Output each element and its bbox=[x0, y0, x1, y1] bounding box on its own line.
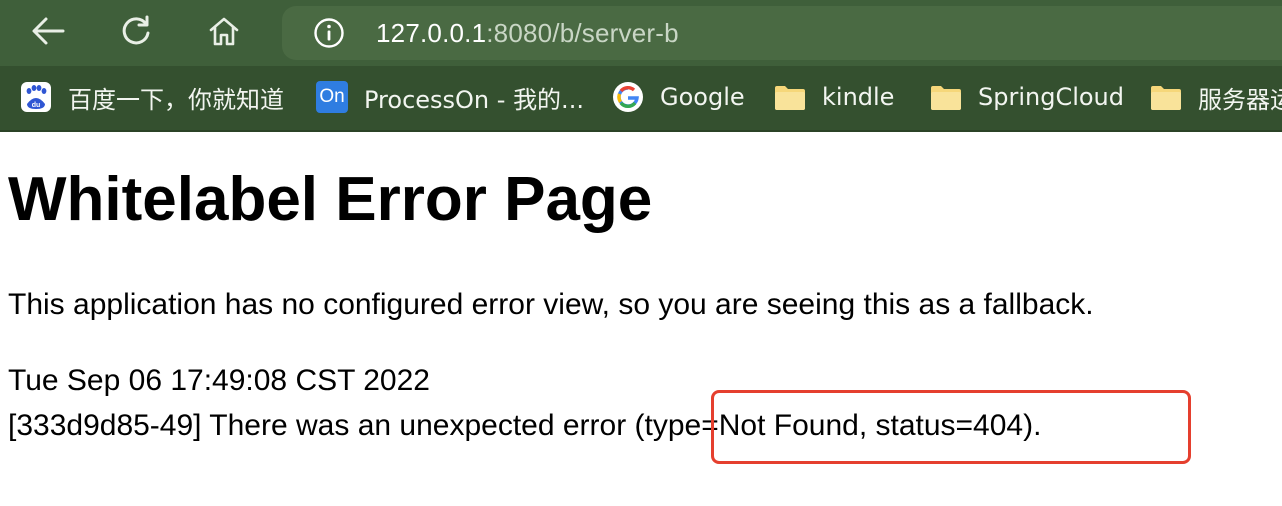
bookmark-folder-server[interactable]: 服务器运 bbox=[1150, 66, 1282, 128]
info-icon bbox=[314, 18, 344, 48]
processon-icon-text: On bbox=[319, 86, 345, 107]
folder-icon bbox=[774, 81, 806, 113]
address-bar[interactable]: 127.0.0.1:8080/b/server-b bbox=[282, 6, 1282, 60]
bookmark-label: Google bbox=[660, 83, 745, 111]
bookmark-label: ProcessOn - 我的... bbox=[364, 85, 584, 114]
home-button[interactable] bbox=[200, 9, 248, 53]
bookmark-label: kindle bbox=[822, 83, 895, 111]
toolbar-divider bbox=[0, 130, 1282, 132]
error-description: This application has no configured error… bbox=[8, 288, 1094, 321]
site-info-button[interactable] bbox=[312, 16, 346, 50]
folder-icon bbox=[1150, 81, 1182, 113]
bookmark-folder-springcloud[interactable]: SpringCloud bbox=[930, 66, 1124, 128]
back-button[interactable] bbox=[24, 9, 72, 53]
svg-text:du: du bbox=[32, 102, 41, 109]
bookmarks-bar: du 百度一下，你就知道 On ProcessOn - 我的... Google bbox=[0, 66, 1282, 130]
url-path: :8080/b/server-b bbox=[486, 17, 679, 48]
home-icon bbox=[209, 17, 239, 46]
page-title: Whitelabel Error Page bbox=[8, 165, 653, 234]
back-arrow-icon bbox=[32, 17, 65, 45]
url-host: 127.0.0.1 bbox=[376, 17, 487, 48]
browser-toolbar: 127.0.0.1:8080/b/server-b bbox=[0, 0, 1282, 66]
baidu-icon: du bbox=[20, 81, 52, 113]
bookmark-google[interactable]: Google bbox=[612, 66, 745, 128]
error-timestamp: Tue Sep 06 17:49:08 CST 2022 bbox=[8, 364, 430, 397]
bookmark-label: SpringCloud bbox=[978, 83, 1125, 111]
folder-icon bbox=[930, 81, 962, 113]
processon-icon: On bbox=[316, 81, 348, 113]
bookmark-label: 服务器运 bbox=[1198, 85, 1282, 114]
google-icon bbox=[612, 81, 644, 113]
reload-icon bbox=[122, 15, 150, 45]
highlight-annotation bbox=[711, 390, 1191, 464]
bookmark-processon[interactable]: On ProcessOn - 我的... bbox=[316, 66, 584, 128]
bookmark-baidu[interactable]: du 百度一下，你就知道 bbox=[20, 66, 284, 128]
bookmark-folder-kindle[interactable]: kindle bbox=[774, 66, 894, 128]
url-text[interactable]: 127.0.0.1:8080/b/server-b bbox=[376, 18, 679, 49]
reload-button[interactable] bbox=[112, 9, 160, 53]
bookmark-label: 百度一下，你就知道 bbox=[68, 85, 284, 114]
